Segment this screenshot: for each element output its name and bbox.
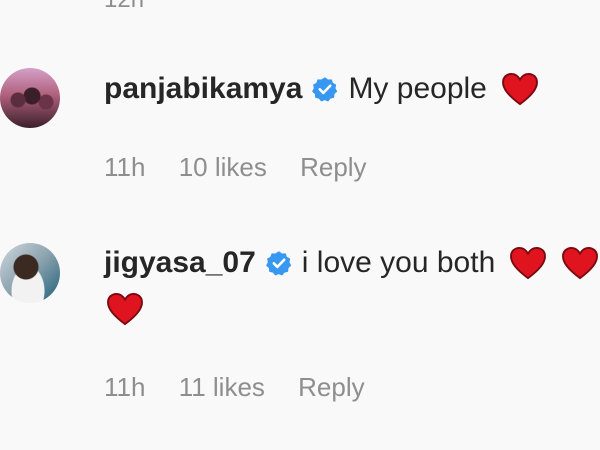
- red-heart-icon: [107, 292, 143, 326]
- top-cut-text: 12h: [104, 0, 144, 14]
- comment-line: panjabikamya My people: [104, 72, 539, 106]
- comment-likes[interactable]: 11 likes: [179, 372, 265, 402]
- red-heart-icon: [562, 246, 599, 280]
- red-heart-icon: [501, 72, 538, 106]
- avatar[interactable]: [0, 243, 60, 303]
- reply-button[interactable]: Reply: [300, 152, 366, 182]
- comment-text: i love you both: [301, 246, 496, 279]
- red-heart-icon: [510, 246, 547, 280]
- comment-time: 11h: [104, 152, 146, 182]
- comment-time: 11h: [104, 372, 146, 402]
- avatar[interactable]: [0, 68, 60, 128]
- comment-likes[interactable]: 10 likes: [179, 152, 267, 182]
- username[interactable]: jigyasa_07: [104, 246, 256, 280]
- comment-text: My people: [348, 72, 487, 105]
- username[interactable]: panjabikamya: [104, 72, 302, 106]
- verified-badge-icon: [312, 77, 338, 102]
- comment-meta: 11h 10 likes Reply: [104, 152, 393, 183]
- comment-line: jigyasa_07 i love you both: [104, 246, 599, 280]
- comment-meta: 11h 11 likes Reply: [104, 372, 391, 403]
- reply-button[interactable]: Reply: [298, 372, 364, 402]
- verified-badge-icon: [265, 251, 292, 276]
